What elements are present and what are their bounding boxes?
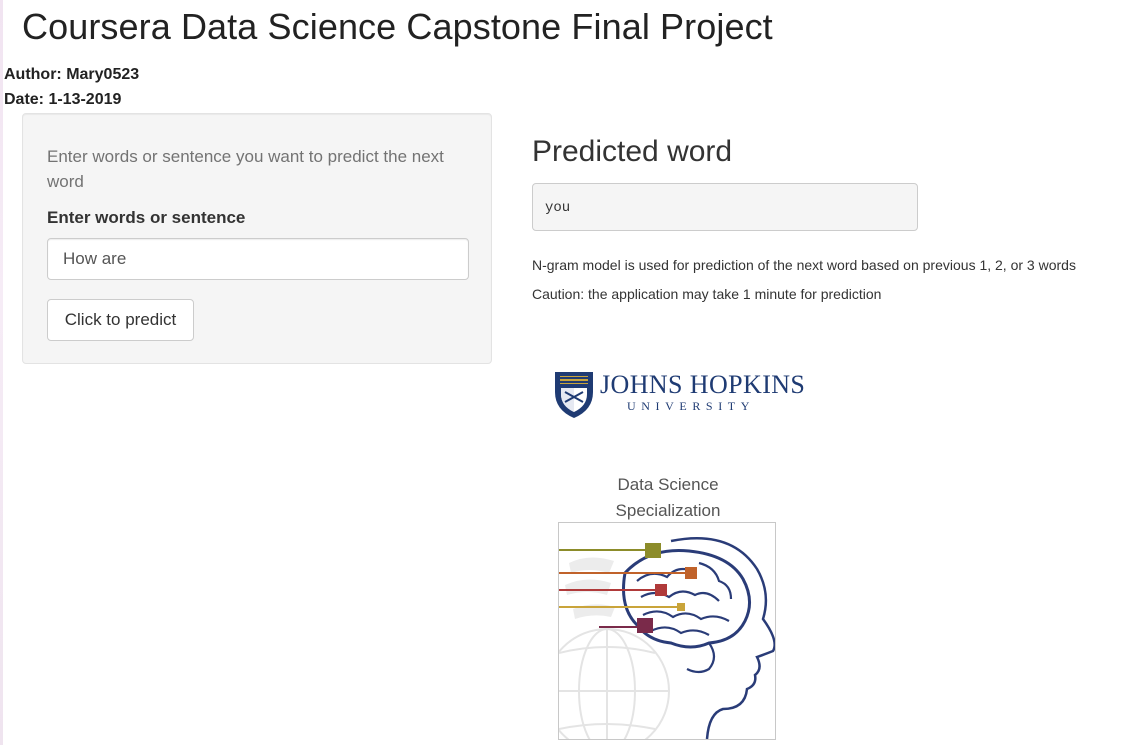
caution-text: Caution: the application may take 1 minu… — [532, 286, 882, 302]
page-title: Coursera Data Science Capstone Final Pro… — [22, 6, 773, 47]
predicted-word-output: you — [532, 183, 918, 231]
data-science-brain-image — [544, 522, 776, 745]
window-edge — [0, 0, 3, 745]
model-info-text: N-gram model is used for prediction of t… — [532, 257, 1076, 273]
jhu-shield-icon — [555, 372, 593, 418]
brain-head-illustration — [544, 537, 776, 745]
jhu-subtitle: UNIVERSITY — [627, 399, 755, 413]
specialization-line-2: Specialization — [615, 501, 721, 520]
predicted-word-heading: Predicted word — [532, 135, 733, 168]
help-text: Enter words or sentence you want to pred… — [47, 147, 444, 191]
author-text: Author: Mary0523 — [4, 66, 140, 83]
specialization-title: Data Science Specialization — [586, 472, 750, 524]
predict-button[interactable]: Click to predict — [47, 299, 194, 341]
date-text: Date: 1-13-2019 — [4, 91, 122, 108]
input-label: Enter words or sentence — [47, 208, 246, 227]
specialization-line-1: Data Science — [617, 475, 719, 494]
sentence-input[interactable] — [47, 238, 469, 280]
sidebar-panel: Enter words or sentence you want to pred… — [22, 113, 492, 364]
jhu-name: JOHNS HOPKINS — [600, 370, 806, 399]
jhu-logo: JOHNS HOPKINS UNIVERSITY — [548, 366, 805, 420]
